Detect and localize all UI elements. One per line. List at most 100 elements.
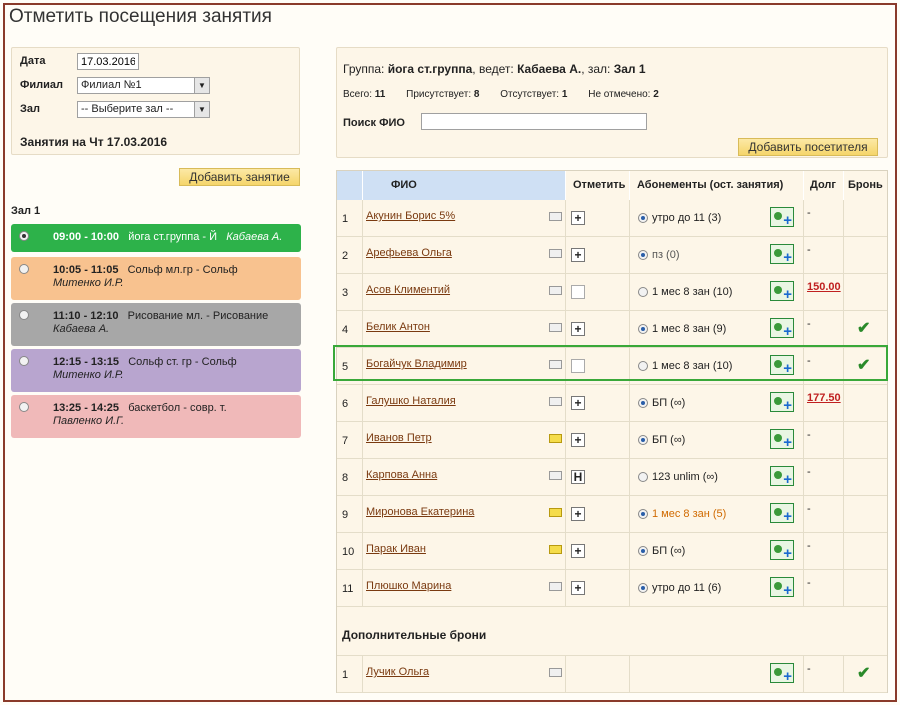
note-icon[interactable] <box>549 471 562 480</box>
note-icon[interactable] <box>549 668 562 677</box>
subscription-radio[interactable] <box>638 398 648 408</box>
search-name-input[interactable] <box>421 113 647 130</box>
visitor-name-link[interactable]: Арефьева Ольга <box>366 247 452 259</box>
subscription-radio[interactable] <box>638 250 648 260</box>
debt-link[interactable]: 150.00 <box>807 281 841 293</box>
debt-link[interactable]: 177.50 <box>807 392 841 404</box>
subscription-radio[interactable] <box>638 287 648 297</box>
teacher-value: Кабаева А. <box>517 62 582 76</box>
visitor-name-link[interactable]: Акунин Борис 5% <box>366 210 455 222</box>
lesson-line: 12:15 - 13:15 Сольф ст. гр - Сольф <box>53 356 237 368</box>
add-subscription-icon[interactable] <box>770 540 794 562</box>
add-subscription-icon[interactable] <box>770 207 794 229</box>
page-title: Отметить посещения занятия <box>9 6 272 27</box>
lesson-item[interactable]: 11:10 - 12:10 Рисование мл. - Рисование К… <box>11 303 301 346</box>
subscription-radio[interactable] <box>638 509 648 519</box>
mark-attendance-button[interactable]: + <box>571 396 585 410</box>
subscription-radio[interactable] <box>638 324 648 334</box>
subscription-text: БП (∞) <box>652 397 686 409</box>
mark-attendance-button[interactable]: + <box>571 211 585 225</box>
lesson-line: 10:05 - 11:05 Сольф мл.гр - Сольф <box>53 264 238 276</box>
debt-value: - <box>807 207 811 219</box>
table-row: 4Белик Антон +1 мес 8 зан (9) - ✔ <box>337 311 887 348</box>
add-subscription-icon[interactable] <box>770 392 794 414</box>
visitor-name-link[interactable]: Галушко Наталия <box>366 395 456 407</box>
add-subscription-icon[interactable] <box>770 429 794 451</box>
mark-attendance-button[interactable]: + <box>571 544 585 558</box>
lesson-radio[interactable] <box>19 310 29 320</box>
subscription-radio[interactable] <box>638 583 648 593</box>
lesson-item[interactable]: 13:25 - 14:25 баскетбол - совр. т. Павлен… <box>11 395 301 438</box>
subscription-radio[interactable] <box>638 435 648 445</box>
visitor-name-link[interactable]: Плюшко Марина <box>366 580 451 592</box>
lesson-radio[interactable] <box>19 402 29 412</box>
note-icon[interactable] <box>549 434 562 443</box>
row-number: 1 <box>337 200 363 236</box>
lesson-time: 09:00 - 10:00 <box>53 231 120 243</box>
subscription-text: утро до 11 (6) <box>652 582 722 594</box>
group-value: йога ст.группа <box>387 62 473 76</box>
add-subscription-icon[interactable] <box>770 503 794 525</box>
lesson-radio[interactable] <box>19 264 29 274</box>
mark-attendance-button[interactable]: + <box>571 433 585 447</box>
mark-attendance-button[interactable] <box>571 285 585 299</box>
add-subscription-icon[interactable] <box>770 663 794 685</box>
note-icon[interactable] <box>549 249 562 258</box>
hall-label-inline: , зал: <box>581 62 611 76</box>
lesson-radio[interactable] <box>19 356 29 366</box>
subscription-radio[interactable] <box>638 546 648 556</box>
visitor-name-link[interactable]: Лучик Ольга <box>366 666 429 678</box>
lesson-title: Рисование мл. - Рисование <box>127 310 269 322</box>
note-icon[interactable] <box>549 397 562 406</box>
note-icon[interactable] <box>549 323 562 332</box>
filter-panel: Дата Филиал Филиал №1 ▼ Зал -- Выберите з… <box>11 47 300 155</box>
lesson-time: 11:10 - 12:10 <box>53 310 119 322</box>
lesson-teacher: Кабаева А. <box>53 323 110 335</box>
visitor-name-link[interactable]: Миронова Екатерина <box>366 506 474 518</box>
add-subscription-icon[interactable] <box>770 281 794 303</box>
lesson-title: Сольф ст. гр - Сольф <box>128 356 237 368</box>
branch-select[interactable]: Филиал №1 ▼ <box>77 77 210 94</box>
add-subscription-icon[interactable] <box>770 577 794 599</box>
lesson-radio[interactable] <box>19 231 29 241</box>
hall-select[interactable]: -- Выберите зал -- ▼ <box>77 101 210 118</box>
table-row: 2Арефьева Ольга + пз (0) - <box>337 237 887 274</box>
visitor-name-link[interactable]: Иванов Петр <box>366 432 432 444</box>
note-icon[interactable] <box>549 212 562 221</box>
add-subscription-icon[interactable] <box>770 244 794 266</box>
debt-value: - <box>807 466 811 478</box>
debt-value: - <box>807 244 811 256</box>
visitor-name-link[interactable]: Белик Антон <box>366 321 430 333</box>
add-subscription-icon[interactable] <box>770 466 794 488</box>
hall-select-value: -- Выберите зал -- <box>81 103 174 115</box>
mark-attendance-button[interactable]: + <box>571 507 585 521</box>
visitor-name-link[interactable]: Карпова Анна <box>366 469 437 481</box>
col-header-name[interactable]: ФИО <box>363 171 566 200</box>
chevron-down-icon: ▼ <box>194 102 209 117</box>
note-icon[interactable] <box>549 508 562 517</box>
add-lesson-button[interactable]: Добавить занятие <box>179 168 300 186</box>
mark-attendance-button[interactable]: Н <box>571 470 585 484</box>
chevron-down-icon: ▼ <box>194 78 209 93</box>
date-input[interactable] <box>77 53 139 70</box>
lesson-item[interactable]: 09:00 - 10:00 йога ст.группа - Й Кабаева… <box>11 224 301 252</box>
lesson-item[interactable]: 10:05 - 11:05 Сольф мл.гр - Сольф Митенко… <box>11 257 301 300</box>
subscription-text: БП (∞) <box>652 545 686 557</box>
mark-attendance-button[interactable]: + <box>571 581 585 595</box>
mark-attendance-button[interactable]: + <box>571 322 585 336</box>
note-icon[interactable] <box>549 582 562 591</box>
add-visitor-button[interactable]: Добавить посетителя <box>738 138 878 156</box>
visitor-name-link[interactable]: Асов Климентий <box>366 284 450 296</box>
debt-value: - <box>807 429 811 441</box>
visitor-name-link[interactable]: Парак Иван <box>366 543 426 555</box>
absent-label: Отсутствует: <box>500 89 560 100</box>
subscription-radio[interactable] <box>638 213 648 223</box>
add-subscription-icon[interactable] <box>770 318 794 340</box>
col-header-num <box>337 171 363 200</box>
mark-attendance-button[interactable]: + <box>571 248 585 262</box>
subscription-radio[interactable] <box>638 472 648 482</box>
attendance-table: ФИО Отметить Абонементы (ост. занятия) Д… <box>336 170 888 693</box>
note-icon[interactable] <box>549 286 562 295</box>
note-icon[interactable] <box>549 545 562 554</box>
lesson-item[interactable]: 12:15 - 13:15 Сольф ст. гр - Сольф Митенк… <box>11 349 301 392</box>
